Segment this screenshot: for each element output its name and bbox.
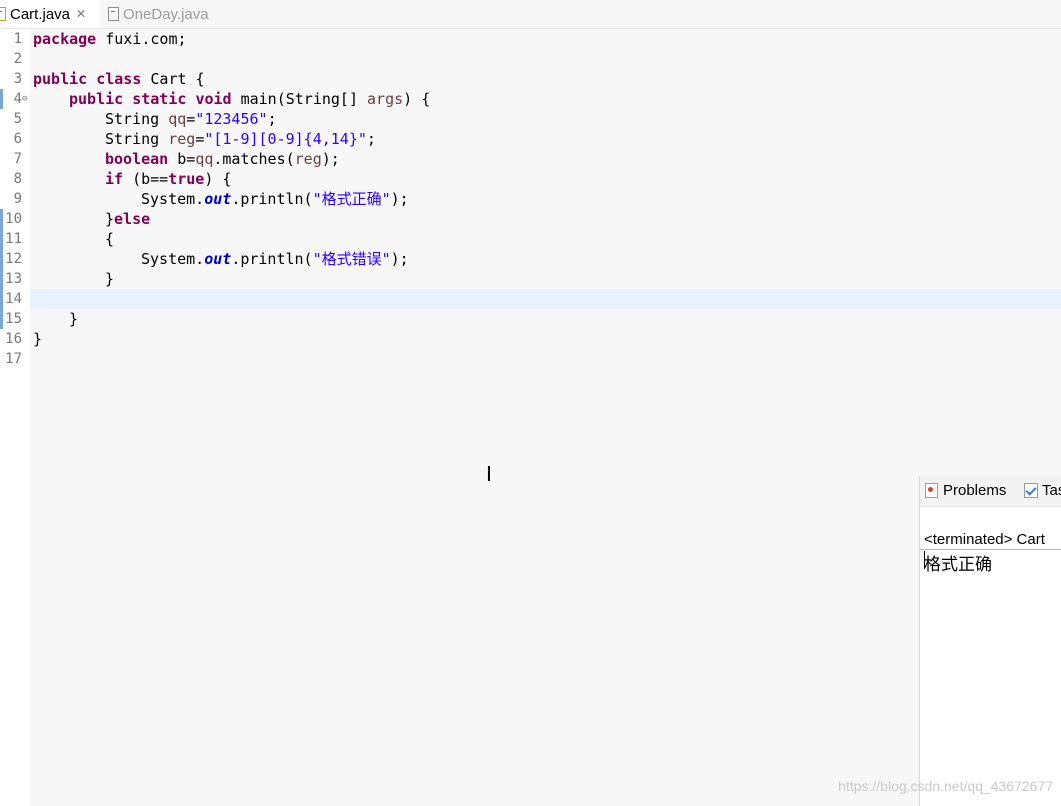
tab-label: Tas [1042,482,1061,499]
console-status-header: <terminated> Cart [924,531,1045,548]
code-line: System.out.println("格式正确"); [141,190,409,208]
java-file-icon [0,7,6,21]
code-line: public static void main(String[] args) { [69,90,431,108]
line-number-gutter: 1 2 3 4 ⊖ 5 6 7 8 9 10 11 12 13 14 15 16… [0,29,30,806]
code-line: String reg="[1-9][0-9]{4,14}"; [105,130,376,148]
console-panel: Problems Tas <terminated> Cart 格式正确 [919,476,1061,806]
line-number: 7 [13,151,22,167]
ibeam-cursor-icon: I [486,462,492,486]
tab-label: Problems [943,482,1007,499]
code-line: String qq="123456"; [105,110,277,128]
code-line: if (b==true) { [105,170,232,188]
code-line: }else [105,210,151,228]
console-tab-bar: Problems Tas [920,476,1061,507]
current-line-highlight [30,289,1061,309]
tab-tasks[interactable]: Tas [1024,482,1061,499]
line-number: 3 [13,71,22,87]
tab-problems[interactable]: Problems [925,482,1006,499]
close-icon[interactable]: ✕ [76,7,86,21]
line-number: 2 [13,51,22,67]
line-number: 13 [5,271,22,287]
line-number: 11 [5,231,22,247]
text-caret [924,551,925,569]
code-line: { [105,230,115,248]
java-file-icon [108,7,119,21]
tab-label: Cart.java [10,5,71,23]
editor-tab-bar: Cart.java ✕ OneDay.java [0,0,1061,29]
tab-oneday-java[interactable]: OneDay.java [106,0,226,28]
line-number: 9 [13,191,22,207]
line-number: 5 [13,111,22,127]
code-line: } [69,310,79,328]
line-number: 8 [13,171,22,187]
watermark: https://blog.csdn.net/qq_43672677 [838,778,1053,794]
line-number: 6 [13,131,22,147]
tab-cart-java[interactable]: Cart.java ✕ [0,0,100,28]
tab-label: OneDay.java [123,5,209,23]
code-editor[interactable]: package fuxi.com; public class Cart { pu… [30,29,1061,806]
code-line: } [105,270,115,288]
line-number: 16 [5,331,22,347]
line-number: 17 [5,351,22,367]
code-line: boolean b=qq.matches(reg); [105,150,340,168]
problems-icon [925,483,938,498]
line-number: 10 [5,211,22,227]
line-number: 1 [13,31,22,47]
line-number: 4 [13,91,22,107]
code-line: } [33,330,43,348]
code-line: package fuxi.com; [33,30,187,48]
console-output[interactable]: 格式正确 [924,550,992,575]
line-number: 15 [5,311,22,327]
code-line: System.out.println("格式错误"); [141,250,409,268]
code-line: public class Cart { [33,70,205,88]
tasks-icon [1024,483,1038,498]
line-number: 12 [5,251,22,267]
line-number: 14 [5,291,22,307]
fold-collapse-icon[interactable]: ⊖ [22,89,27,109]
